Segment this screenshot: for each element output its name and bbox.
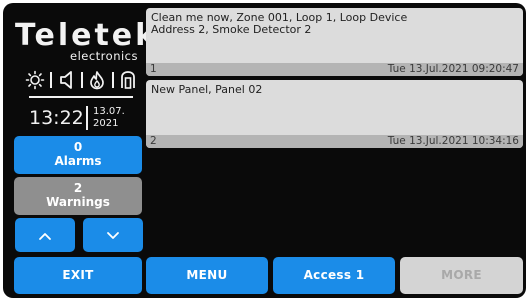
event-message: Clean me now, Zone 001, Loop 1, Loop Dev… [151,12,517,36]
control-panel-display: Teletek electronics 13:22 13.07. 2021 0 … [3,3,526,298]
speaker-icon [58,70,76,90]
fire-icon [88,70,106,90]
silence-icon [119,70,137,90]
event-entry[interactable]: New Panel, Panel 02 2 Tue 13.Jul.2021 10… [146,80,523,148]
event-message-line-1: New Panel, Panel 02 [151,83,263,96]
alarms-button[interactable]: 0 Alarms [14,136,142,174]
clock-separator [86,106,88,130]
scroll-up-button[interactable] [15,218,75,252]
status-divider [29,96,133,98]
chevron-down-icon [106,226,120,245]
exit-button[interactable]: EXIT [14,257,142,294]
event-number: 1 [150,63,157,75]
brand-name: Teletek [15,18,159,53]
chevron-up-icon [38,226,52,245]
event-timestamp: Tue 13.Jul.2021 09:20:47 [387,63,519,75]
clock-date-day-month: 13.07. [93,106,125,117]
event-number: 2 [150,135,157,147]
scroll-down-button[interactable] [83,218,143,252]
warnings-label: Warnings [46,195,110,209]
warnings-button[interactable]: 2 Warnings [14,177,142,215]
event-entry[interactable]: Clean me now, Zone 001, Loop 1, Loop Dev… [146,8,523,76]
status-separator [50,72,53,88]
event-message-line-2: Address 2, Smoke Detector 2 [151,23,312,36]
more-button[interactable]: MORE [400,257,523,294]
brand-logo: Teletek electronics [15,18,159,64]
alarms-label: Alarms [54,154,102,168]
clock-date-year: 2021 [93,118,119,129]
warnings-count: 2 [73,181,83,195]
event-footer: 2 Tue 13.Jul.2021 10:34:16 [146,135,523,148]
screen: Teletek electronics 13:22 13.07. 2021 0 … [0,0,529,301]
alarms-count: 0 [73,140,83,154]
status-separator [111,72,114,88]
event-timestamp: Tue 13.Jul.2021 10:34:16 [387,135,519,147]
menu-button[interactable]: MENU [146,257,268,294]
access-level-button[interactable]: Access 1 [273,257,395,294]
status-icons-bar [25,69,137,91]
clock-time: 13:22 [29,107,84,129]
sun-icon [25,70,45,90]
clock-display: 13:22 13.07. 2021 [29,103,139,133]
event-footer: 1 Tue 13.Jul.2021 09:20:47 [146,63,523,76]
event-message: New Panel, Panel 02 [151,84,517,96]
status-separator [80,72,83,88]
